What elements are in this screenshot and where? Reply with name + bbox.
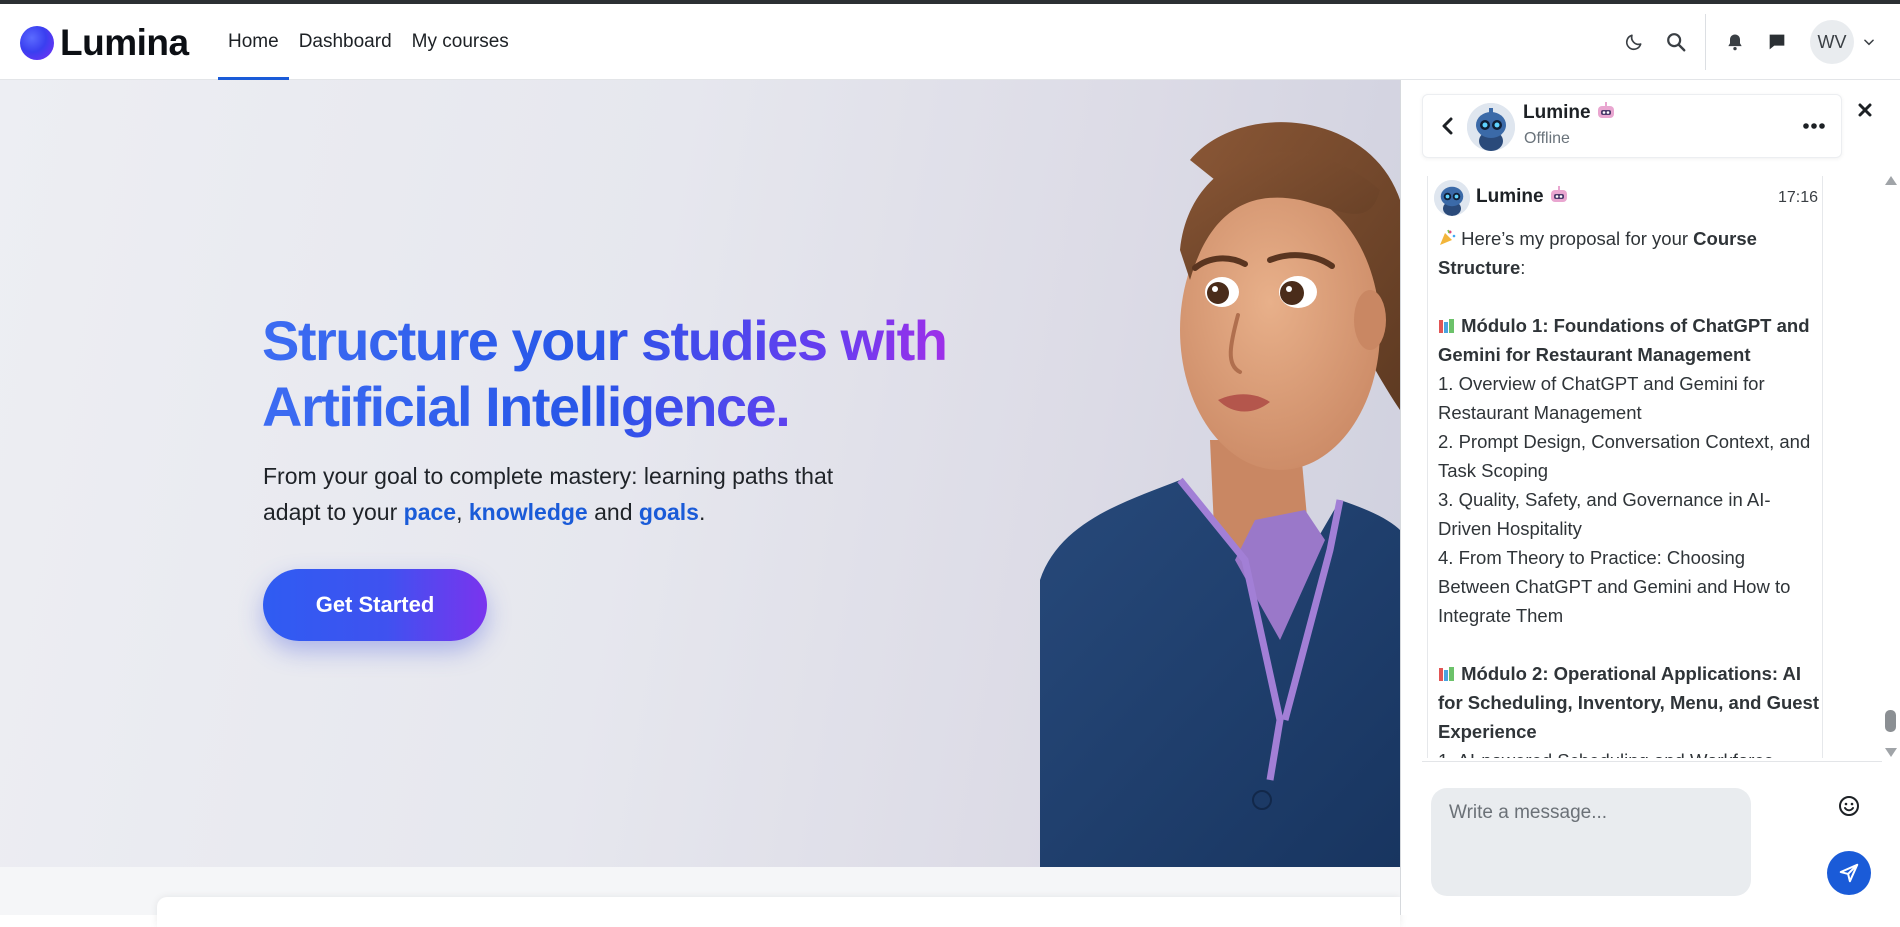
chat-bot-name: Lumine: [1523, 102, 1616, 124]
notifications-button[interactable]: [1714, 21, 1756, 63]
chevron-left-icon: [1442, 117, 1453, 135]
send-button[interactable]: [1827, 851, 1871, 895]
dark-mode-toggle[interactable]: [1613, 21, 1655, 63]
back-button[interactable]: [1433, 111, 1463, 141]
module-1-item: 1. Overview of ChatGPT and Gemini for Re…: [1438, 373, 1765, 423]
brand-logo-icon: [20, 26, 54, 60]
message-intro-colon: :: [1520, 257, 1526, 278]
books-icon: [1439, 667, 1454, 681]
emoji-button[interactable]: [1837, 794, 1861, 818]
module-2-title-text: Módulo 2: Operational Applications: AI f…: [1438, 663, 1819, 742]
hero-sep-1: ,: [456, 499, 469, 525]
books-icon: [1439, 319, 1454, 333]
message-time: 17:16: [1777, 189, 1818, 206]
brand-name: Lumina: [60, 22, 189, 63]
navbar: Lumina Home Dashboard My courses WV: [0, 4, 1900, 80]
search-button[interactable]: [1655, 21, 1697, 63]
brand[interactable]: Lumina: [20, 22, 189, 64]
message-scrollbar[interactable]: [1883, 176, 1899, 758]
moon-icon: [1625, 34, 1642, 51]
send-icon: [1839, 863, 1859, 883]
module-2-item: 1. AI-powered Scheduling and Workforce: [1438, 746, 1822, 758]
user-menu-toggle[interactable]: [1854, 21, 1884, 63]
footer-divider: [1422, 761, 1882, 762]
message-body: Here’s my proposal for your Course Struc…: [1438, 224, 1822, 758]
messages-button[interactable]: [1756, 21, 1798, 63]
nav-divider: [1705, 14, 1706, 70]
module-1-item: 3. Quality, Safety, and Governance in AI…: [1438, 489, 1771, 539]
module-1-title-text: Módulo 1: Foundations of ChatGPT and Gem…: [1438, 315, 1810, 365]
get-started-button[interactable]: Get Started: [263, 569, 487, 641]
nav-home[interactable]: Home: [218, 4, 289, 80]
message-intro: Here’s my proposal for your Course Struc…: [1438, 224, 1822, 282]
bell-icon: [1728, 34, 1742, 51]
chat-bot-name-text: Lumine: [1523, 102, 1591, 123]
robot-emoji-icon: [1550, 186, 1567, 202]
message-avatar: [1434, 180, 1470, 216]
robot-icon: [1467, 103, 1515, 151]
message-author-text: Lumine: [1476, 186, 1544, 207]
hero-highlight-pace: pace: [403, 499, 457, 525]
hero-character-illustration: [1040, 122, 1400, 867]
nav-dashboard[interactable]: Dashboard: [289, 4, 402, 80]
chat-icon: [1769, 34, 1785, 50]
primary-nav: Home Dashboard My courses: [218, 4, 519, 80]
scroll-up-arrow[interactable]: [1885, 176, 1897, 185]
lower-section: [0, 867, 1400, 927]
robot-emoji-icon: [1597, 102, 1614, 118]
chat-drawer: Lumine Offline Lumine 17:16 Here’s my pr…: [1400, 80, 1900, 915]
hero-title: Structure your studies with Artificial I…: [262, 308, 982, 440]
user-avatar[interactable]: WV: [1810, 20, 1854, 64]
hero-sep-2: and: [587, 499, 639, 525]
bot-avatar: [1467, 103, 1515, 151]
chat-header: Lumine Offline: [1422, 94, 1842, 158]
close-drawer-button[interactable]: [1853, 98, 1877, 122]
nav-my-courses[interactable]: My courses: [402, 4, 519, 80]
hero-subtitle: From your goal to complete mastery: lear…: [263, 458, 863, 530]
chat-bot-status: Offline: [1524, 130, 1570, 147]
hero-highlight-knowledge: knowledge: [468, 499, 588, 525]
hero-section: Structure your studies with Artificial I…: [0, 80, 1400, 867]
close-icon: [1858, 103, 1872, 117]
message-header: Lumine 17:16: [1434, 178, 1818, 218]
robot-icon: [1434, 180, 1470, 216]
hero-end: .: [698, 499, 706, 525]
hero-highlight-goals: goals: [638, 499, 699, 525]
scroll-thumb[interactable]: [1885, 710, 1896, 732]
search-icon: [1667, 33, 1686, 52]
module-1-item: 4. From Theory to Practice: Choosing Bet…: [1438, 547, 1791, 626]
scroll-down-arrow[interactable]: [1885, 748, 1897, 757]
module-1-title: Módulo 1: Foundations of ChatGPT and Gem…: [1438, 311, 1822, 369]
smiley-icon: [1839, 796, 1859, 816]
message-intro-text: Here’s my proposal for your: [1461, 228, 1694, 249]
message-input[interactable]: [1431, 788, 1751, 896]
more-horizontal-icon: [1803, 123, 1825, 129]
more-options-button[interactable]: [1797, 111, 1831, 141]
chevron-down-icon: [1864, 39, 1874, 46]
message-list[interactable]: Lumine 17:16 Here’s my proposal for your…: [1427, 176, 1823, 758]
module-1-item: 2. Prompt Design, Conversation Context, …: [1438, 431, 1811, 481]
party-popper-icon: [1440, 229, 1456, 245]
navbar-actions: WV: [1613, 4, 1900, 80]
content-card: [157, 897, 1400, 927]
module-2-title: Módulo 2: Operational Applications: AI f…: [1438, 659, 1822, 746]
message-author: Lumine: [1476, 186, 1569, 208]
